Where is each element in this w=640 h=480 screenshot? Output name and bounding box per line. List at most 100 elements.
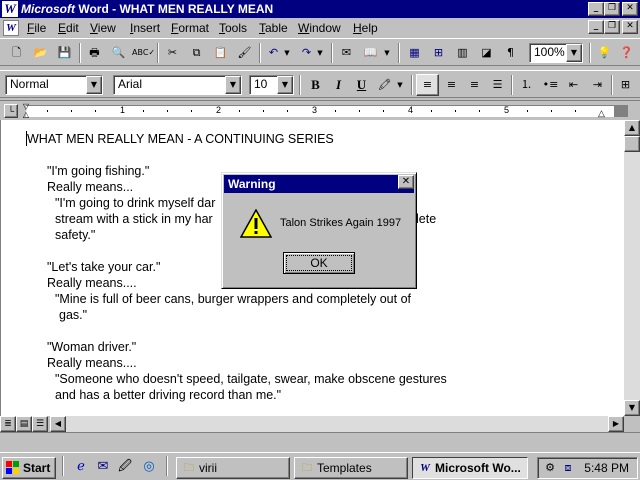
print-icon[interactable]: 🖶 (83, 42, 106, 64)
menu-edit[interactable]: Edit (58, 21, 79, 35)
undo-dropdown-icon[interactable]: ▼ (281, 42, 293, 64)
vertical-scrollbar[interactable]: ▲ ▼ (624, 120, 640, 416)
spelling-icon[interactable]: ABC✓ (131, 42, 155, 64)
ruler-number: 1 (120, 105, 126, 115)
address-dropdown-icon[interactable]: ▼ (381, 42, 393, 64)
outlook-icon[interactable]: ✉ (94, 458, 112, 476)
menu-view[interactable]: View (90, 21, 116, 35)
chevron-down-icon[interactable]: ▼ (566, 44, 582, 62)
document-control-icon[interactable]: W (3, 20, 19, 36)
minimize-button[interactable]: _ (588, 2, 604, 16)
font-size-select[interactable]: 10 ▼ (249, 75, 294, 95)
cut-icon[interactable]: ✂ (161, 42, 184, 64)
scroll-up-icon[interactable]: ▲ (624, 120, 640, 136)
decrease-indent-icon[interactable]: ⇤ (562, 74, 585, 96)
indent-marker-icon[interactable]: ▽ △ (21, 103, 31, 119)
scheduler-icon[interactable]: ⚙ (542, 461, 558, 475)
ie-icon[interactable]: ℯ (72, 458, 90, 476)
style-value: Normal (10, 77, 49, 91)
borders-icon[interactable]: ⊞ (614, 74, 637, 96)
task-virii[interactable]: 🗀 virii (176, 457, 290, 479)
scroll-left-icon[interactable]: ◀ (50, 416, 66, 432)
align-left-icon[interactable]: ≡ (416, 74, 439, 96)
chevron-down-icon[interactable]: ▼ (225, 76, 241, 94)
menu-file[interactable]: File (27, 21, 46, 35)
drawing-icon[interactable]: ◪ (475, 42, 498, 64)
document-line: gas." (59, 308, 88, 322)
copy-icon[interactable]: ⧉ (185, 42, 208, 64)
doc-restore-button[interactable]: ❐ (604, 20, 620, 34)
numbering-icon[interactable]: ⒈ (515, 74, 538, 96)
scroll-thumb[interactable] (624, 136, 640, 152)
word-app-icon[interactable]: W (2, 1, 18, 17)
start-button[interactable]: Start (2, 457, 56, 479)
channels-icon[interactable]: ◎ (140, 458, 158, 476)
columns-icon[interactable]: ▥ (451, 42, 474, 64)
tip-wizard-icon[interactable]: 💡 (593, 42, 616, 64)
document-line: "I'm going fishing." (47, 164, 150, 178)
menu-insert[interactable]: Insert (130, 21, 160, 35)
save-icon[interactable]: 💾 (53, 42, 76, 64)
tables-borders-icon[interactable]: ▦ (403, 42, 426, 64)
zoom-select[interactable]: 100% ▼ (529, 43, 583, 63)
ok-button[interactable]: OK (283, 252, 355, 274)
network-icon[interactable]: ⧈ (560, 461, 576, 475)
task-templates[interactable]: 🗀 Templates (294, 457, 408, 479)
task-microsoft-word[interactable]: W Microsoft Wo... (412, 457, 528, 479)
title-bar[interactable]: W Microsoft Word - WHAT MEN REALLY MEAN … (0, 0, 640, 18)
warning-icon (240, 209, 272, 238)
clock[interactable]: 5:48 PM (584, 458, 629, 478)
redo-dropdown-icon[interactable]: ▼ (314, 42, 326, 64)
open-icon[interactable]: 📂 (29, 42, 52, 64)
print-preview-icon[interactable]: 🔍 (107, 42, 130, 64)
doc-close-button[interactable]: ✕ (622, 20, 638, 34)
taskbar: Start ℯ ✉ 🖉 ◎ 🗀 virii 🗀 Templates W Micr… (0, 452, 640, 480)
toolbar-separator (79, 43, 81, 63)
desktop-icon[interactable]: 🖉 (116, 458, 134, 476)
chevron-down-icon[interactable]: ▼ (86, 76, 102, 94)
style-select[interactable]: Normal ▼ (5, 75, 103, 95)
font-select[interactable]: Arial ▼ (113, 75, 242, 95)
scroll-right-icon[interactable]: ▶ (608, 416, 624, 432)
new-icon[interactable]: 🗋 (5, 42, 28, 64)
menu-format[interactable]: Format (171, 21, 209, 35)
maximize-button[interactable]: ❐ (604, 2, 620, 16)
outline-view-icon[interactable]: ☰ (32, 416, 48, 432)
ruler-strip[interactable] (26, 105, 614, 117)
doc-minimize-button[interactable]: _ (588, 20, 604, 34)
increase-indent-icon[interactable]: ⇥ (586, 74, 609, 96)
menu-tools[interactable]: Tools (219, 21, 247, 35)
close-button[interactable]: ✕ (622, 2, 638, 16)
menu-table[interactable]: Table (259, 21, 288, 35)
italic-button[interactable]: I (327, 74, 350, 96)
highlight-dropdown-icon[interactable]: ▼ (394, 74, 406, 96)
paste-icon[interactable]: 📋 (209, 42, 232, 64)
bullets-icon[interactable]: •≡ (539, 74, 562, 96)
tab-selector-icon[interactable]: └ (4, 104, 18, 118)
insert-address-icon[interactable]: ✉ (335, 42, 358, 64)
dialog-close-icon[interactable]: ✕ (398, 175, 414, 189)
menu-window[interactable]: Window (298, 21, 341, 35)
bold-button[interactable]: B (304, 74, 327, 96)
help-icon[interactable]: ❓ (615, 42, 638, 64)
page-layout-view-icon[interactable]: ▤ (16, 416, 32, 432)
insert-table-icon[interactable]: ⊞ (427, 42, 450, 64)
scroll-down-icon[interactable]: ▼ (624, 400, 640, 416)
folder-icon: 🗀 (301, 461, 313, 474)
show-hide-icon[interactable]: ¶ (499, 42, 522, 64)
underline-button[interactable]: U (350, 74, 373, 96)
horizontal-scroll-track[interactable] (66, 416, 608, 432)
justify-icon[interactable]: ☰ (486, 74, 509, 96)
normal-view-icon[interactable]: ≣ (0, 416, 16, 432)
menu-help[interactable]: Help (353, 21, 378, 35)
format-painter-icon[interactable]: 🖌 (233, 42, 256, 64)
title-app-name: Microsoft (21, 2, 75, 16)
insert-hyperlink-icon[interactable]: 📖 (359, 42, 382, 64)
right-indent-marker-icon[interactable]: △ (598, 109, 605, 118)
chevron-down-icon[interactable]: ▼ (277, 76, 293, 94)
document-line-fragment: lete (416, 212, 437, 226)
align-center-icon[interactable]: ≡ (440, 74, 463, 96)
align-right-icon[interactable]: ≡ (463, 74, 486, 96)
ruler-tick (95, 110, 96, 112)
highlight-icon[interactable]: 🖍 (373, 74, 396, 96)
